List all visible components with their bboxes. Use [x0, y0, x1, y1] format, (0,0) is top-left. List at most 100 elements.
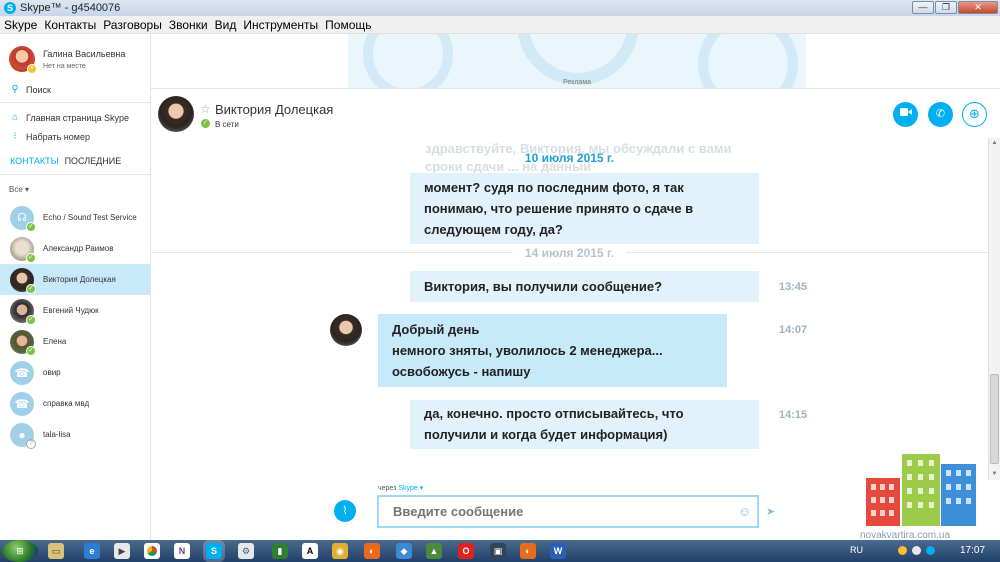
message-text: получили и когда будет информация) [424, 427, 668, 442]
avatar: • [9, 46, 37, 74]
dial-link[interactable]: ⁝ Набрать номер [10, 131, 90, 142]
onenote-icon[interactable]: N [174, 543, 190, 559]
online-status-icon: ✓ [26, 345, 36, 356]
font-app-icon[interactable]: A [302, 543, 318, 559]
message-bubble-outgoing[interactable]: момент? судя по последним фото, я так по… [410, 173, 759, 244]
scroll-thumb[interactable] [990, 374, 999, 464]
profile[interactable]: • Галина Васильевна Нет на месте [9, 46, 125, 74]
watermark-logo [864, 454, 976, 526]
home-icon: ⌂ [11, 112, 19, 123]
chat-avatar[interactable] [158, 96, 194, 132]
shield-app-icon[interactable]: ◆ [396, 543, 412, 559]
chrome-icon[interactable] [144, 543, 160, 559]
folder-icon[interactable]: ▭ [48, 543, 64, 559]
yellow-app-icon[interactable]: ◉ [332, 543, 348, 559]
send-via[interactable]: через Skype ▾ [378, 484, 423, 492]
tab-recent[interactable]: ПОСЛЕДНИЕ [65, 156, 122, 166]
message-input[interactable] [377, 495, 759, 528]
message-scrollbar[interactable]: ▲ ▼ [988, 138, 1000, 480]
scroll-down-icon[interactable]: ▼ [989, 469, 1000, 479]
firefox-icon[interactable]: ◐ [364, 543, 380, 559]
message-text: понимаю, что решение принято о сдаче в [424, 201, 694, 216]
message-bubble-outgoing[interactable]: Виктория, вы получили сообщение? [410, 271, 759, 302]
search-link[interactable]: ⚲ Поиск [10, 84, 51, 95]
message-bubble-incoming[interactable]: Добрый день немного зняты, уволилось 2 м… [378, 314, 727, 387]
taskbar: ⊞ ▭ e ▶ N S ⚙ ▮ A ◉ ◐ ◆ ▲ O ▣ ◐ W RU 17:… [0, 540, 1000, 562]
emoticon-icon[interactable]: ☺ [738, 504, 751, 519]
home-label: Главная страница Skype [26, 112, 130, 123]
scroll-up-icon[interactable]: ▲ [989, 138, 1000, 148]
window-app-icon[interactable]: ▣ [490, 543, 506, 559]
divider [0, 102, 150, 103]
message-list[interactable]: здравствуйте, Виктория, мы обсуждали с в… [151, 138, 988, 480]
building-blue [941, 464, 976, 526]
contact-item[interactable]: ☎ справка мвд [0, 388, 150, 419]
home-link[interactable]: ⌂ Главная страница Skype [10, 112, 129, 123]
maximize-button[interactable]: ❐ [935, 1, 957, 14]
search-label: Поиск [26, 84, 51, 95]
opera-icon[interactable]: O [458, 543, 474, 559]
message-text: Добрый день [392, 322, 480, 337]
divider [151, 88, 1000, 89]
star-icon[interactable]: ☆ [200, 102, 211, 116]
dial-label: Набрать номер [26, 131, 90, 142]
contact-item[interactable]: ✓ Елена [0, 326, 150, 357]
network-tool-icon[interactable]: ⚙ [238, 543, 254, 559]
menu-help[interactable]: Помощь [325, 18, 371, 32]
sender-avatar[interactable] [330, 314, 362, 346]
phone-icon: ☎ [10, 391, 34, 416]
contact-name: tala-lisa [43, 430, 71, 439]
phone-icon: ✆ [935, 108, 946, 120]
tab-contacts[interactable]: КОНТАКТЫ [10, 156, 59, 166]
menu-tools[interactable]: Инструменты [243, 18, 318, 32]
send-icon[interactable]: ➤ [766, 505, 775, 518]
skype-taskbar-icon[interactable]: S [206, 543, 222, 559]
media-player-icon[interactable]: ▶ [114, 543, 130, 559]
green-app-icon[interactable]: ▮ [272, 543, 288, 559]
contact-filter[interactable]: Все ▾ [9, 185, 29, 194]
chat-contact-name: Виктория Долецкая [215, 102, 334, 117]
profile-status: Нет на месте [43, 63, 86, 70]
message-text: следующем году, да? [424, 222, 563, 237]
menu-calls[interactable]: Звонки [169, 18, 208, 32]
contact-item[interactable]: ✓ Александр Раимов [0, 233, 150, 264]
message-bubble-outgoing[interactable]: да, конечно. просто отписывайтесь, что п… [410, 400, 759, 449]
minimize-button[interactable]: — [912, 1, 934, 14]
network-tray-icon[interactable] [912, 546, 921, 555]
person-icon: ●? [10, 422, 36, 449]
menu-bar: Skype Контакты Разговоры Звонки Вид Инст… [0, 16, 1000, 34]
attach-button[interactable]: ⌇ [334, 500, 356, 522]
ad-banner[interactable]: Реклама [348, 34, 806, 88]
contact-item[interactable]: ☎ овир [0, 357, 150, 388]
image-app-icon[interactable]: ▲ [426, 543, 442, 559]
paperclip-icon: ⌇ [342, 505, 348, 517]
start-button[interactable]: ⊞ [2, 540, 38, 562]
message-time: 14:07 [779, 324, 808, 336]
contact-name: овир [43, 368, 61, 377]
video-call-button[interactable] [893, 102, 918, 127]
menu-view[interactable]: Вид [215, 18, 237, 32]
ie-icon[interactable]: e [84, 543, 100, 559]
clock[interactable]: 17:07 [960, 545, 985, 556]
menu-contacts[interactable]: Контакты [44, 18, 96, 32]
keyboard-language[interactable]: RU [850, 545, 863, 555]
add-people-button[interactable]: ⊕ [962, 102, 987, 127]
word-icon[interactable]: W [550, 543, 566, 559]
skype-tray-icon[interactable] [926, 546, 935, 555]
contact-name: справка мвд [43, 399, 90, 408]
menu-conversations[interactable]: Разговоры [103, 18, 162, 32]
date-separator-wrap: 14 июля 2015 г. [151, 246, 988, 260]
contact-item[interactable]: ●? tala-lisa [0, 419, 150, 450]
firefox-window-icon[interactable]: ◐ [520, 543, 536, 559]
voice-call-button[interactable]: ✆ [928, 102, 953, 127]
contact-item[interactable]: ☊ ✓ Echo / Sound Test Service [0, 202, 150, 233]
contact-item[interactable]: ✓ Евгений Чудюк [0, 295, 150, 326]
menu-skype[interactable]: Skype [4, 18, 37, 32]
chat-contact-status: В сети [215, 120, 239, 129]
message-text: да, конечно. просто отписывайтесь, что [424, 406, 684, 421]
contact-item-selected[interactable]: ✓ Виктория Долецкая [0, 264, 150, 295]
close-button[interactable]: ✕ [958, 1, 998, 14]
divider [0, 174, 150, 175]
date-separator: 10 июля 2015 г. [524, 151, 615, 165]
tray-notification-icon[interactable] [898, 546, 907, 555]
